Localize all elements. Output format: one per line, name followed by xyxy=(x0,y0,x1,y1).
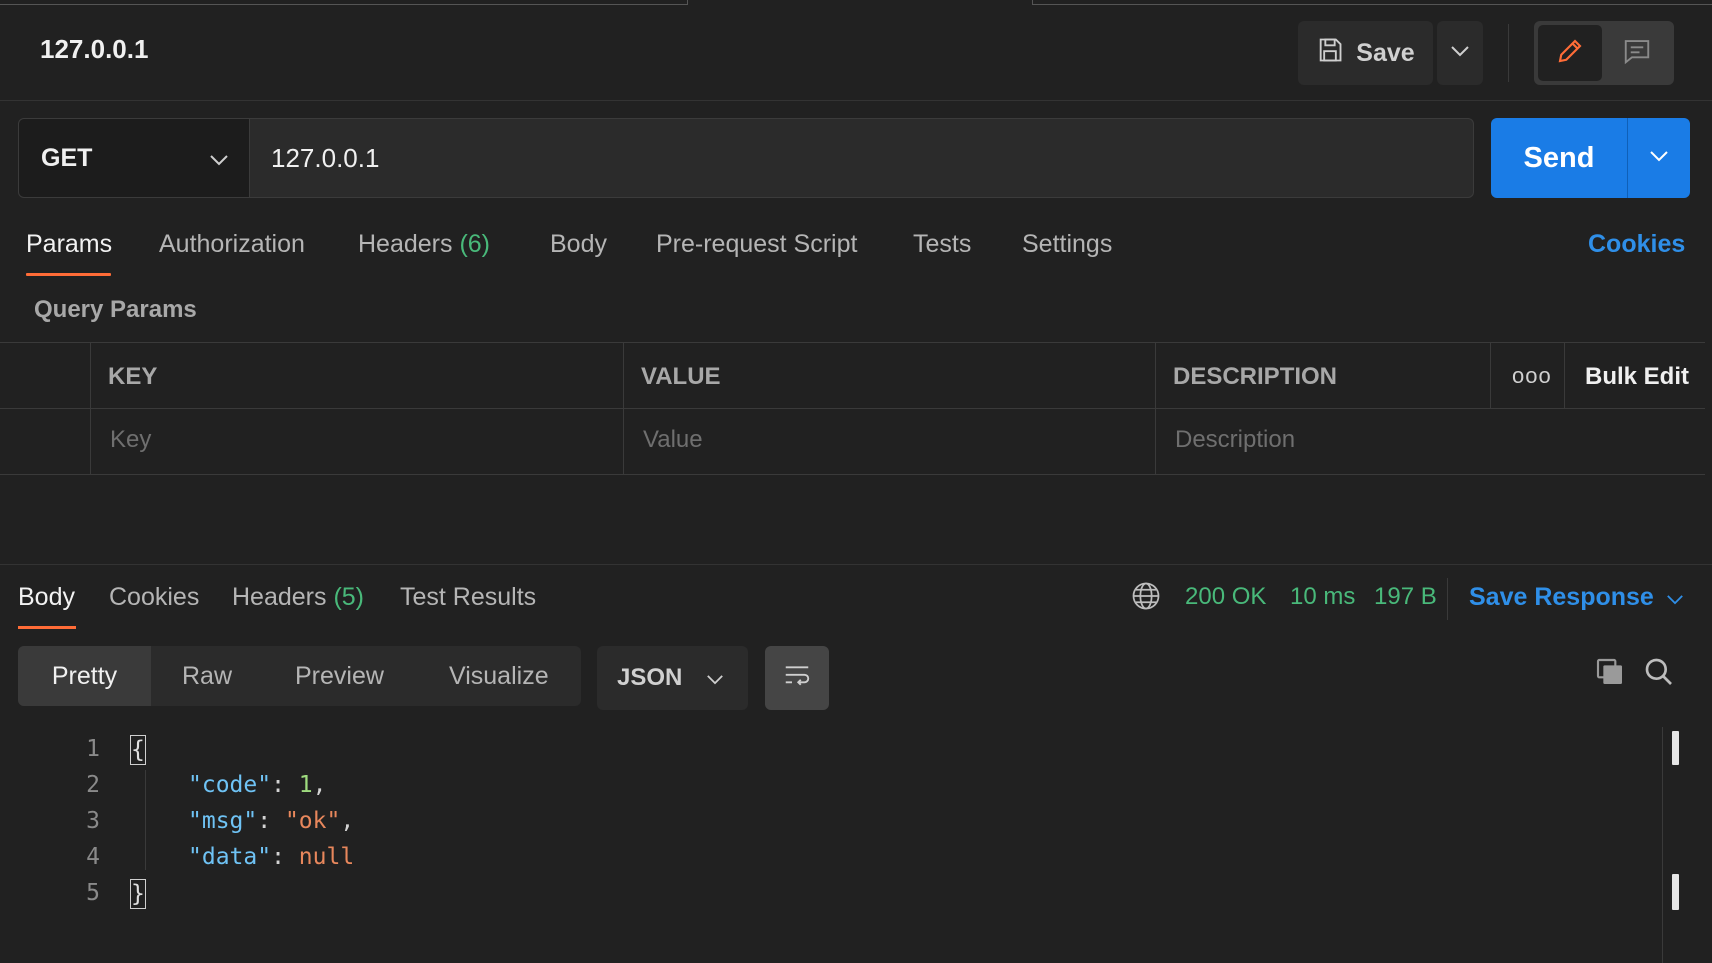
scrollbar-marker xyxy=(1672,731,1679,765)
column-header-description: DESCRIPTION xyxy=(1173,363,1338,390)
save-button[interactable]: Save xyxy=(1298,21,1433,85)
chevron-down-icon xyxy=(1666,583,1684,612)
chevron-down-icon xyxy=(1450,44,1470,62)
format-select[interactable]: JSON xyxy=(597,646,748,710)
code-line: } xyxy=(130,879,146,909)
query-params-table: KEY VALUE DESCRIPTION ooo Bulk Edit Key … xyxy=(0,342,1705,475)
response-headers-count: (5) xyxy=(333,583,365,611)
tab-headers[interactable]: Headers (6) xyxy=(358,230,490,259)
tab-body[interactable]: Body xyxy=(550,230,607,259)
divider xyxy=(1508,24,1509,82)
view-pretty-button[interactable]: Pretty xyxy=(18,646,151,706)
response-tab-cookies[interactable]: Cookies xyxy=(109,583,199,612)
response-tab-test-results[interactable]: Test Results xyxy=(400,583,536,612)
response-body-editor[interactable]: 1 2 3 4 5 { "code": 1, "msg": "ok", "dat… xyxy=(0,722,1660,963)
indent-guide xyxy=(145,770,146,870)
copy-icon[interactable] xyxy=(1594,656,1626,693)
code-line: "data": null xyxy=(188,844,355,870)
comment-mode-button[interactable] xyxy=(1604,25,1670,81)
active-response-tab-indicator xyxy=(18,626,76,629)
view-visualize-button[interactable]: Visualize xyxy=(449,646,549,706)
key-input[interactable]: Key xyxy=(110,426,151,454)
search-icon[interactable] xyxy=(1643,656,1675,693)
request-title[interactable]: 127.0.0.1 xyxy=(40,34,148,65)
send-options-button[interactable] xyxy=(1627,118,1690,198)
line-number: 4 xyxy=(86,844,100,870)
chevron-down-icon xyxy=(209,144,229,173)
code-line: { xyxy=(130,735,146,765)
comment-icon xyxy=(1622,36,1652,71)
headers-count: (6) xyxy=(459,230,491,258)
line-number: 1 xyxy=(86,736,100,762)
url-input[interactable]: 127.0.0.1 xyxy=(249,118,1474,198)
tab-pre-request-script[interactable]: Pre-request Script xyxy=(656,230,857,259)
top-tab-strip xyxy=(0,0,1712,6)
chevron-down-icon xyxy=(706,664,724,692)
response-size[interactable]: 197 B xyxy=(1374,583,1437,611)
tab-tests[interactable]: Tests xyxy=(913,230,971,259)
save-icon xyxy=(1316,36,1344,71)
method-select[interactable]: GET xyxy=(18,118,250,198)
save-response-label: Save Response xyxy=(1469,583,1654,611)
format-label: JSON xyxy=(617,664,683,691)
code-line: "code": 1, xyxy=(188,772,327,798)
line-number: 5 xyxy=(86,880,100,906)
view-raw-button[interactable]: Raw xyxy=(182,646,232,706)
save-response-button[interactable]: Save Response xyxy=(1469,583,1684,612)
cookies-link[interactable]: Cookies xyxy=(1588,230,1685,259)
more-options-icon[interactable]: ooo xyxy=(1512,363,1552,389)
save-label: Save xyxy=(1356,38,1415,67)
edit-mode-button[interactable] xyxy=(1538,25,1602,81)
tab-settings[interactable]: Settings xyxy=(1022,230,1112,259)
chevron-down-icon xyxy=(1649,149,1669,167)
send-button[interactable]: Send xyxy=(1491,118,1627,198)
response-tab-headers[interactable]: Headers (5) xyxy=(232,583,364,612)
query-params-label: Query Params xyxy=(34,296,197,323)
column-header-key: KEY xyxy=(108,363,158,390)
globe-icon[interactable] xyxy=(1131,581,1161,616)
bulk-edit-button[interactable]: Bulk Edit xyxy=(1585,363,1689,391)
editor-scrollbar[interactable] xyxy=(1662,727,1663,963)
view-preview-button[interactable]: Preview xyxy=(295,646,384,706)
description-input[interactable]: Description xyxy=(1175,426,1295,454)
status-code[interactable]: 200 OK xyxy=(1185,583,1266,611)
scrollbar-marker xyxy=(1672,874,1679,910)
column-header-value: VALUE xyxy=(641,363,721,390)
value-input[interactable]: Value xyxy=(643,426,703,454)
tab-params[interactable]: Params xyxy=(26,230,112,259)
active-tab-indicator xyxy=(26,273,111,276)
wrap-lines-icon xyxy=(782,661,812,696)
tab-authorization[interactable]: Authorization xyxy=(159,230,305,259)
method-label: GET xyxy=(41,143,93,172)
pencil-icon xyxy=(1555,36,1585,71)
response-tab-body[interactable]: Body xyxy=(18,583,75,612)
line-number: 2 xyxy=(86,772,100,798)
response-time[interactable]: 10 ms xyxy=(1290,583,1355,611)
divider xyxy=(1447,578,1448,620)
response-divider[interactable] xyxy=(0,564,1712,565)
code-line: "msg": "ok", xyxy=(188,808,355,834)
line-number: 3 xyxy=(86,808,100,834)
save-options-button[interactable] xyxy=(1437,21,1483,85)
header-divider xyxy=(0,100,1712,101)
wrap-lines-button[interactable] xyxy=(765,646,829,710)
